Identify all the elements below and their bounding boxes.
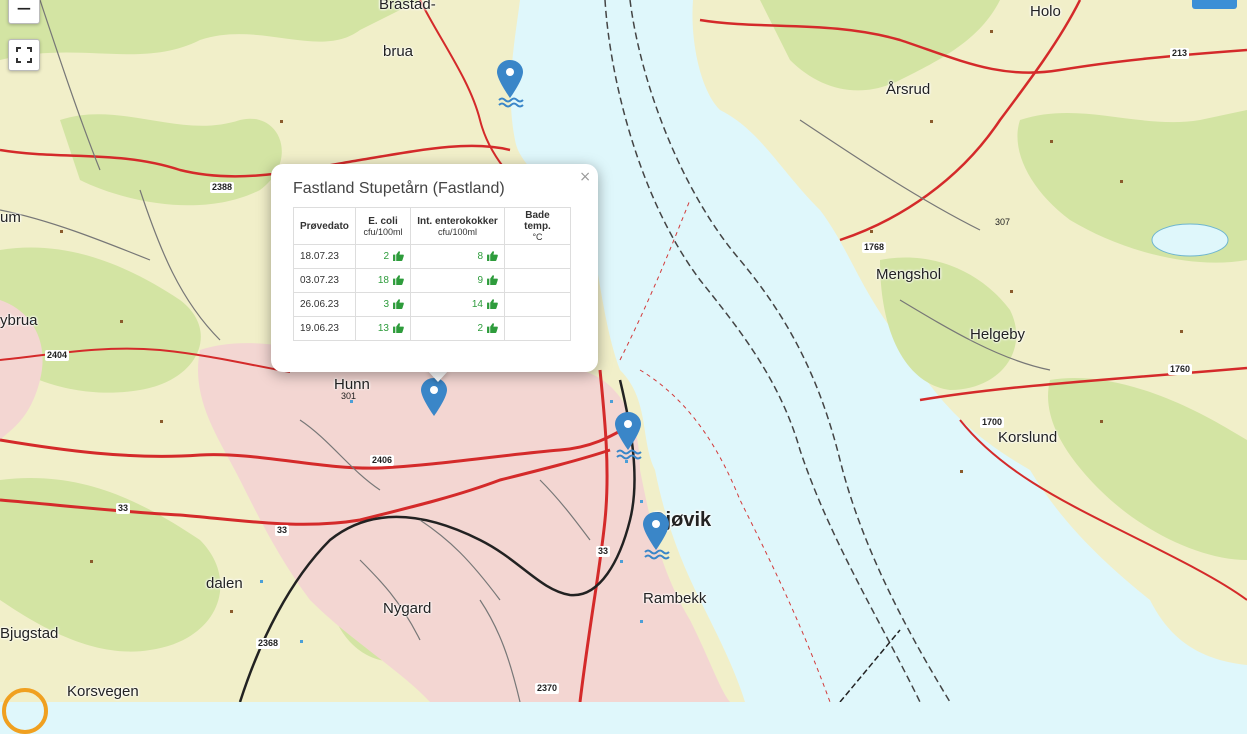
place-label-um: um	[0, 209, 21, 226]
road-number: 1768	[862, 242, 887, 253]
table-row: 18.07.23 2 8	[293, 244, 571, 269]
thumbs-up-icon	[393, 323, 404, 334]
road-number: 2406	[370, 455, 395, 466]
road-number: 2404	[45, 350, 70, 361]
thumbs-up-icon	[487, 275, 498, 286]
column-header-date: Prøvedato	[293, 207, 356, 245]
cell-enterococci: 9	[410, 268, 505, 293]
cell-enterococci: 2	[410, 316, 505, 341]
place-label-brua: brua	[383, 43, 414, 60]
table-row: 26.06.23 3 14	[293, 292, 571, 317]
place-label-korslund: Korslund	[998, 429, 1058, 446]
place-label-holo: Holo	[1030, 3, 1061, 20]
thumbs-up-icon	[393, 275, 404, 286]
thumbs-up-icon	[487, 323, 498, 334]
location-indicator	[2, 688, 48, 734]
cell-enterococci: 8	[410, 244, 505, 269]
cell-ecoli: 13	[355, 316, 411, 341]
fullscreen-button[interactable]	[8, 39, 40, 71]
road-number: 301	[341, 391, 357, 401]
cell-ecoli: 18	[355, 268, 411, 293]
lake	[1151, 223, 1229, 257]
column-header-temperature: Bade temp. °C	[504, 207, 571, 245]
cell-temperature	[504, 316, 571, 341]
map-canvas[interactable]	[0, 0, 1247, 702]
place-label-brastad: Bråstad-	[379, 0, 436, 13]
cell-temperature	[504, 292, 571, 317]
road-number: 213	[1170, 48, 1190, 59]
cell-temperature	[504, 244, 571, 269]
road-number: 33	[116, 503, 131, 514]
bathing-site-popup: Fastland Stupetårn (Fastland) × Prøvedat…	[271, 164, 598, 372]
place-label-arsrud: Årsrud	[886, 81, 931, 98]
thumbs-up-icon	[393, 251, 404, 262]
bathing-site-marker-selected[interactable]	[420, 378, 448, 426]
layer-button[interactable]	[1192, 0, 1237, 9]
cell-ecoli: 3	[355, 292, 411, 317]
cell-date: 03.07.23	[293, 268, 356, 293]
bathing-site-marker[interactable]	[614, 412, 642, 460]
place-label-nygard: Nygard	[383, 600, 432, 617]
table-row: 03.07.23 18 9	[293, 268, 571, 293]
place-label-ybrua: ybrua	[0, 312, 38, 329]
cell-enterococci: 14	[410, 292, 505, 317]
water-quality-table: Prøvedato E. coli cfu/100ml Int. enteroko…	[293, 207, 571, 341]
zoom-out-button[interactable]: −	[8, 0, 40, 24]
place-label-dalen: dalen	[206, 575, 243, 592]
thumbs-up-icon	[487, 251, 498, 262]
bathing-site-marker[interactable]	[496, 60, 524, 108]
thumbs-up-icon	[393, 299, 404, 310]
road-number: 2370	[535, 683, 560, 694]
popup-title: Fastland Stupetårn (Fastland)	[293, 180, 505, 197]
column-header-ecoli: E. coli cfu/100ml	[355, 207, 411, 245]
road-number: 33	[275, 525, 290, 536]
place-label-bjugstad: Bjugstad	[0, 625, 59, 642]
cell-ecoli: 2	[355, 244, 411, 269]
column-header-enterococci: Int. enterokokker cfu/100ml	[410, 207, 505, 245]
bathing-site-marker[interactable]	[642, 512, 670, 560]
place-label-korsvegen: Korsvegen	[67, 683, 139, 700]
road-number: 1760	[1168, 364, 1193, 375]
cell-date: 19.06.23	[293, 316, 356, 341]
close-button[interactable]: ×	[579, 169, 591, 185]
place-label-mengshol: Mengshol	[876, 266, 942, 283]
table-row: 19.06.23 13 2	[293, 316, 571, 341]
cell-date: 26.06.23	[293, 292, 356, 317]
road-number: 1700	[980, 417, 1005, 428]
road-number: 2388	[210, 182, 235, 193]
cell-temperature	[504, 268, 571, 293]
road-number: 33	[596, 546, 611, 557]
place-label-helgeby: Helgeby	[970, 326, 1026, 343]
fullscreen-icon	[16, 47, 32, 63]
thumbs-up-icon	[487, 299, 498, 310]
place-label-rambekk: Rambekk	[643, 590, 707, 607]
road-number: 2368	[256, 638, 281, 649]
cell-date: 18.07.23	[293, 244, 356, 269]
table-header-row: Prøvedato E. coli cfu/100ml Int. enteroko…	[293, 207, 571, 245]
road-number: 307	[995, 217, 1011, 227]
